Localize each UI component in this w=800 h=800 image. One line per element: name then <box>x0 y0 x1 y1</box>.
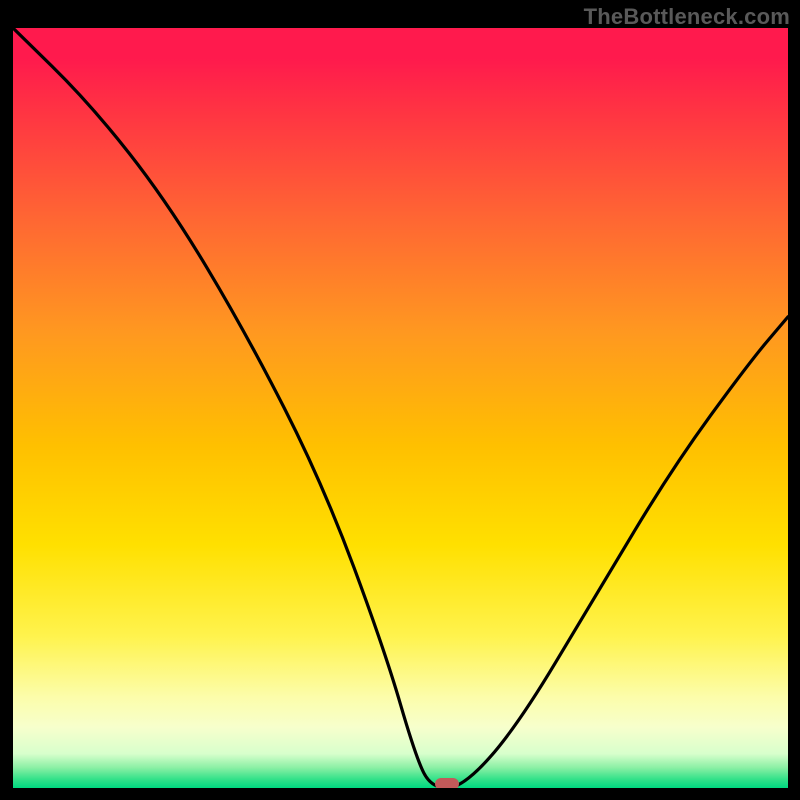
chart-frame: TheBottleneck.com <box>0 0 800 800</box>
bottleneck-curve <box>13 28 788 788</box>
watermark-text: TheBottleneck.com <box>584 4 790 30</box>
optimum-marker <box>435 778 459 788</box>
plot-area <box>13 28 788 788</box>
